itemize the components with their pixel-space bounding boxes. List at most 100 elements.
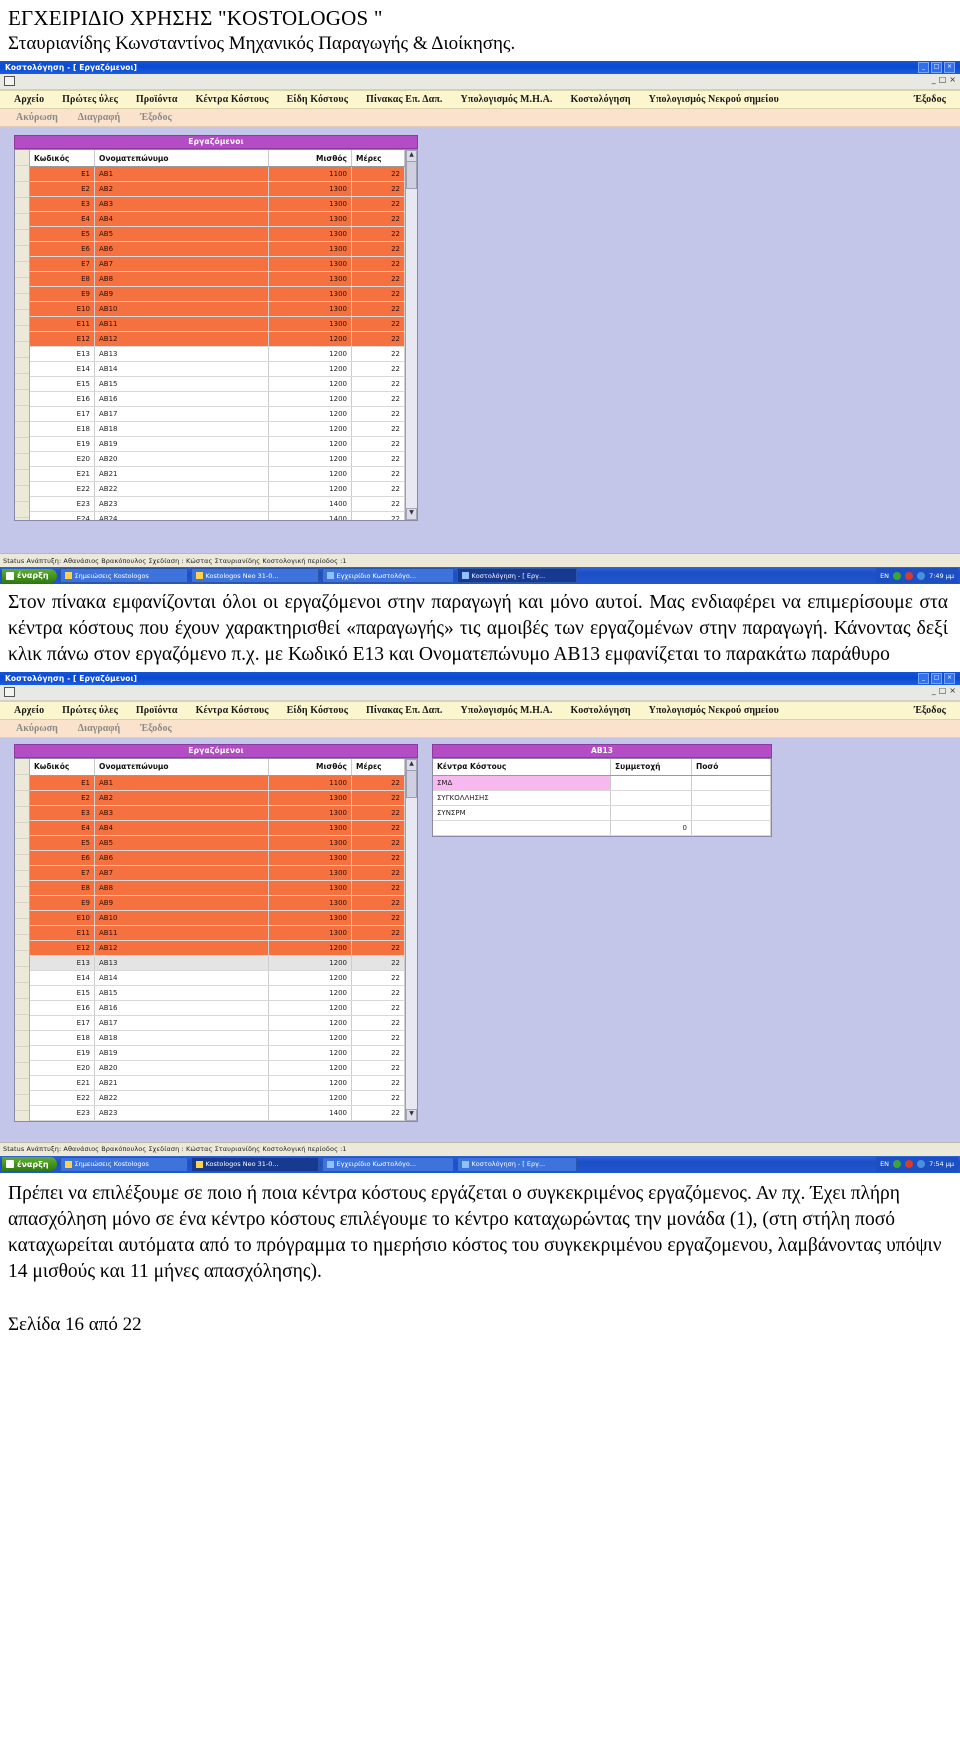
cell-salary[interactable]: 1200 [268, 940, 352, 956]
cell-days[interactable]: 22 [351, 1000, 405, 1016]
employees-grid-2[interactable]: Κωδικός Ονοματεπώνυμο Μισθός Μέρες E1 AB1… [14, 757, 418, 1122]
cell-name[interactable]: AB8 [94, 271, 269, 287]
cell-code[interactable]: E19 [30, 1045, 95, 1061]
cell-name[interactable]: AB13 [94, 955, 269, 971]
row-header-cell[interactable] [15, 470, 29, 486]
row-header-cell[interactable] [15, 1015, 29, 1031]
cell-name[interactable]: AB1 [94, 166, 269, 182]
window-1-controls[interactable]: _ □ × [918, 62, 957, 73]
menu-item-arxeio-2[interactable]: Αρχείο [0, 705, 53, 716]
cell-salary[interactable]: 1200 [268, 955, 352, 971]
cc-cell-center[interactable]: ΣΜΔ [433, 775, 611, 791]
cell-name[interactable]: AB19 [94, 1045, 269, 1061]
cell-days[interactable]: 22 [351, 376, 405, 392]
cell-name[interactable]: AB4 [94, 820, 269, 836]
cell-salary[interactable]: 1300 [268, 880, 352, 896]
system-tray-2[interactable]: EN 7:54 μμ [876, 1156, 958, 1172]
menu-item-pinakas-ep-dap[interactable]: Πίνακας Επ. Δαπ. [357, 94, 452, 105]
employees-grid-1[interactable]: Κωδικός Ονοματεπώνυμο Μισθός Μέρες E1 AB1… [14, 149, 418, 521]
cell-salary[interactable]: 1300 [268, 820, 352, 836]
row-header-cell[interactable] [15, 262, 29, 278]
cell-code[interactable]: E14 [30, 970, 95, 986]
menu-item-ypologismos-nekrou-simeiou-2[interactable]: Υπολογισμός Νεκρού σημείου [640, 705, 788, 716]
window-1-menubar[interactable]: Αρχείο Πρώτες ύλες Προϊόντα Κέντρα Κόστο… [0, 90, 960, 109]
cell-name[interactable]: AB21 [94, 466, 269, 482]
cell-salary[interactable]: 1200 [268, 985, 352, 1001]
menu-item-kostologisi-2[interactable]: Κοστολόγηση [562, 705, 640, 716]
cell-days[interactable]: 22 [351, 940, 405, 956]
cell-name[interactable]: AB12 [94, 331, 269, 347]
scrollbar-thumb-2[interactable] [406, 769, 417, 798]
cell-name[interactable]: AB22 [94, 1090, 269, 1106]
cell-name[interactable]: AB18 [94, 1030, 269, 1046]
cell-days[interactable]: 22 [351, 1105, 405, 1121]
cell-code[interactable]: E17 [30, 1015, 95, 1031]
cell-code[interactable]: E22 [30, 481, 95, 497]
cell-name[interactable]: AB7 [94, 865, 269, 881]
cell-days[interactable]: 22 [351, 181, 405, 197]
tray-icon-blue-2[interactable] [917, 1160, 926, 1169]
cell-salary[interactable]: 1200 [268, 421, 352, 437]
cell-days[interactable]: 22 [351, 880, 405, 896]
cell-salary[interactable]: 1200 [268, 406, 352, 422]
window-2-toolbar[interactable]: Ακύρωση Διαγραφή Έξοδος [0, 719, 960, 738]
cell-code[interactable]: E3 [30, 805, 95, 821]
row-header-cell[interactable] [15, 214, 29, 230]
row-header-cell[interactable] [15, 502, 29, 518]
cell-days[interactable]: 22 [351, 970, 405, 986]
table-row[interactable]: E19 AB19 1200 22 [30, 436, 405, 452]
cell-name[interactable]: AB24 [94, 1120, 269, 1121]
menu-item-exodos[interactable]: Έξοδος [905, 94, 960, 105]
cell-name[interactable]: AB4 [94, 211, 269, 227]
cell-days[interactable]: 22 [351, 301, 405, 317]
cell-name[interactable]: AB17 [94, 1015, 269, 1031]
table-row[interactable]: E1 AB1 1100 22 [30, 166, 405, 182]
cell-salary[interactable]: 1200 [268, 1030, 352, 1046]
col-header-name-2[interactable]: Ονοματεπώνυμο [94, 758, 269, 776]
cc-cell-participation[interactable] [610, 805, 692, 821]
table-row[interactable]: E15 AB15 1200 22 [30, 985, 405, 1001]
cc-cell-participation[interactable] [610, 775, 692, 791]
cell-days[interactable]: 22 [351, 361, 405, 377]
row-header-cell[interactable] [15, 358, 29, 374]
cell-code[interactable]: E16 [30, 391, 95, 407]
table-row[interactable]: E14 AB14 1200 22 [30, 970, 405, 986]
cell-salary[interactable]: 1300 [268, 196, 352, 212]
clock-2[interactable]: 7:54 μμ [929, 1160, 954, 1168]
cell-code[interactable]: E22 [30, 1090, 95, 1106]
cell-code[interactable]: E18 [30, 1030, 95, 1046]
cell-code[interactable]: E3 [30, 196, 95, 212]
cell-name[interactable]: AB3 [94, 196, 269, 212]
table-row[interactable]: E2 AB2 1300 22 [30, 790, 405, 806]
table-row[interactable]: E24AB24140022 [30, 1120, 405, 1121]
table-row[interactable]: E21 AB21 1200 22 [30, 1075, 405, 1091]
cell-salary[interactable]: 1200 [268, 1045, 352, 1061]
table-row[interactable]: E2 AB2 1300 22 [30, 181, 405, 197]
taskbar-button-kostologisi-2[interactable]: Κοστολόγηση - [ Εργ... [456, 1156, 577, 1172]
col-header-name-1[interactable]: Ονοματεπώνυμο [94, 150, 269, 167]
cost-center-grid[interactable]: Κέντρα Κόστους Συμμετοχή Ποσό ΣΜΔ ΣΥΓΚΟΛΛ… [432, 757, 772, 837]
start-button-2[interactable]: έναρξη [2, 1157, 57, 1172]
cell-days[interactable]: 22 [351, 925, 405, 941]
window-1-titlebar[interactable]: Κοστολόγηση - [ Εργαζόμενοι] _ □ × [0, 61, 960, 74]
maximize-button-2[interactable]: □ [931, 672, 942, 684]
cost-center-row[interactable]: ΣΥΝΣΡΜ [433, 805, 771, 821]
window-2-titlebar[interactable]: Κοστολόγηση - [ Εργαζόμενοι] _ □ × [0, 671, 960, 685]
cell-days[interactable]: 22 [351, 1120, 405, 1121]
cell-code[interactable]: E9 [30, 895, 95, 911]
cell-days[interactable]: 22 [351, 226, 405, 242]
col-header-code-2[interactable]: Κωδικός [30, 758, 95, 776]
cell-salary[interactable]: 1100 [268, 775, 352, 791]
row-header-cell[interactable] [15, 951, 29, 967]
menu-item-arxeio[interactable]: Αρχείο [0, 94, 53, 105]
cell-days[interactable]: 22 [351, 256, 405, 272]
cell-days[interactable]: 22 [351, 790, 405, 806]
cell-salary[interactable]: 1200 [268, 1090, 352, 1106]
cell-salary[interactable]: 1300 [268, 181, 352, 197]
cell-code[interactable]: E16 [30, 1000, 95, 1016]
row-header-cell[interactable] [15, 342, 29, 358]
employees-table-2[interactable]: Κωδικός Ονοματεπώνυμο Μισθός Μέρες E1 AB1… [30, 758, 405, 1121]
cell-days[interactable]: 22 [351, 1030, 405, 1046]
menu-item-proionta[interactable]: Προϊόντα [127, 94, 187, 105]
close-button[interactable]: × [944, 62, 955, 73]
